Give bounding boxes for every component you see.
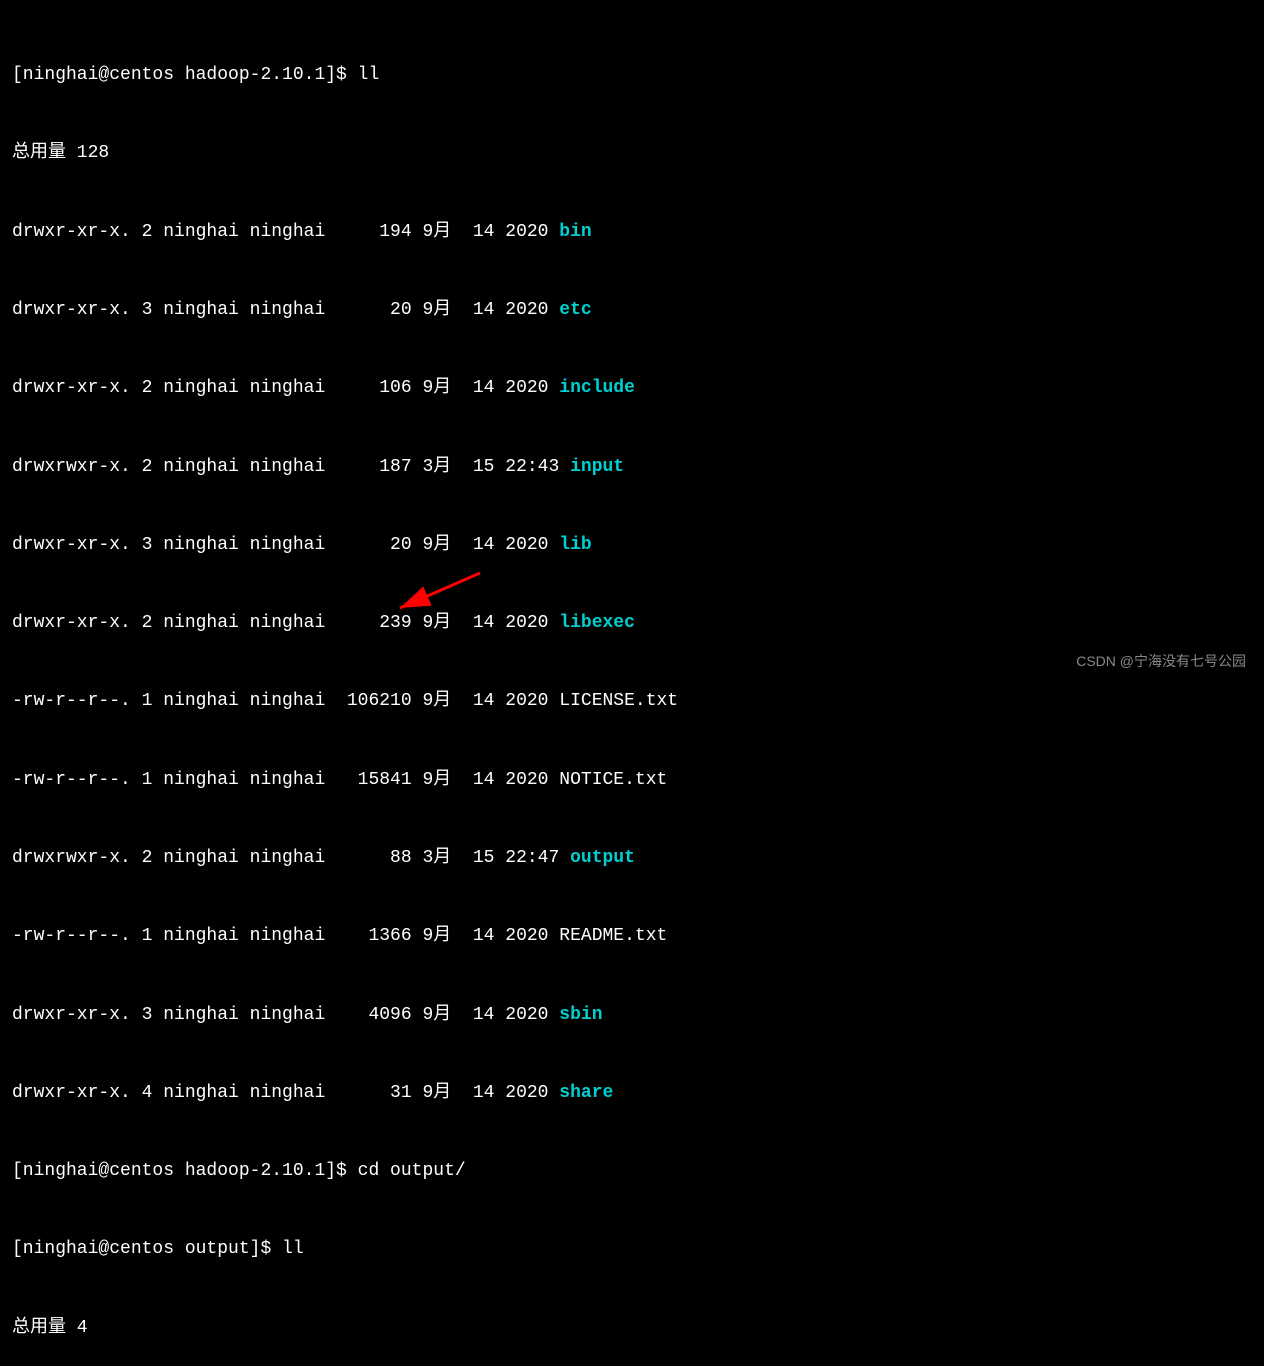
dirname-libexec: libexec <box>559 613 635 633</box>
dirname-lib: lib <box>559 535 591 555</box>
line-prompt1: [ninghai@centos hadoop-2.10.1]$ ll <box>12 62 1252 88</box>
dirname-sbin: sbin <box>559 1005 602 1025</box>
terminal-window: [ninghai@centos hadoop-2.10.1]$ ll 总用量 1… <box>0 0 1264 1366</box>
dirname-input: input <box>570 457 624 477</box>
line-dir2: drwxr-xr-x. 3 ninghai ninghai 20 9月 14 2… <box>12 297 1252 323</box>
line-dir4: drwxrwxr-x. 2 ninghai ninghai 187 3月 15 … <box>12 454 1252 480</box>
line-total2: 总用量 4 <box>12 1315 1252 1341</box>
line-file3: -rw-r--r--. 1 ninghai ninghai 1366 9月 14… <box>12 923 1252 949</box>
line-file1: -rw-r--r--. 1 ninghai ninghai 106210 9月 … <box>12 688 1252 714</box>
line-dir1: drwxr-xr-x. 2 ninghai ninghai 194 9月 14 … <box>12 219 1252 245</box>
dirname-include: include <box>559 378 635 398</box>
dirname-output: output <box>570 848 635 868</box>
line-dir7: drwxrwxr-x. 2 ninghai ninghai 88 3月 15 2… <box>12 845 1252 871</box>
line-file2: -rw-r--r--. 1 ninghai ninghai 15841 9月 1… <box>12 767 1252 793</box>
line-total1: 总用量 128 <box>12 140 1252 166</box>
line-dir8: drwxr-xr-x. 3 ninghai ninghai 4096 9月 14… <box>12 1002 1252 1028</box>
line-dir6: drwxr-xr-x. 2 ninghai ninghai 239 9月 14 … <box>12 610 1252 636</box>
dirname-share: share <box>559 1083 613 1103</box>
line-prompt3: [ninghai@centos output]$ ll <box>12 1236 1252 1262</box>
line-dir5: drwxr-xr-x. 3 ninghai ninghai 20 9月 14 2… <box>12 532 1252 558</box>
dirname-bin: bin <box>559 222 591 242</box>
watermark-text: CSDN @宁海没有七号公园 <box>1076 651 1246 671</box>
line-dir3: drwxr-xr-x. 2 ninghai ninghai 106 9月 14 … <box>12 375 1252 401</box>
line-dir9: drwxr-xr-x. 4 ninghai ninghai 31 9月 14 2… <box>12 1080 1252 1106</box>
line-prompt2: [ninghai@centos hadoop-2.10.1]$ cd outpu… <box>12 1158 1252 1184</box>
dirname-etc: etc <box>559 300 591 320</box>
